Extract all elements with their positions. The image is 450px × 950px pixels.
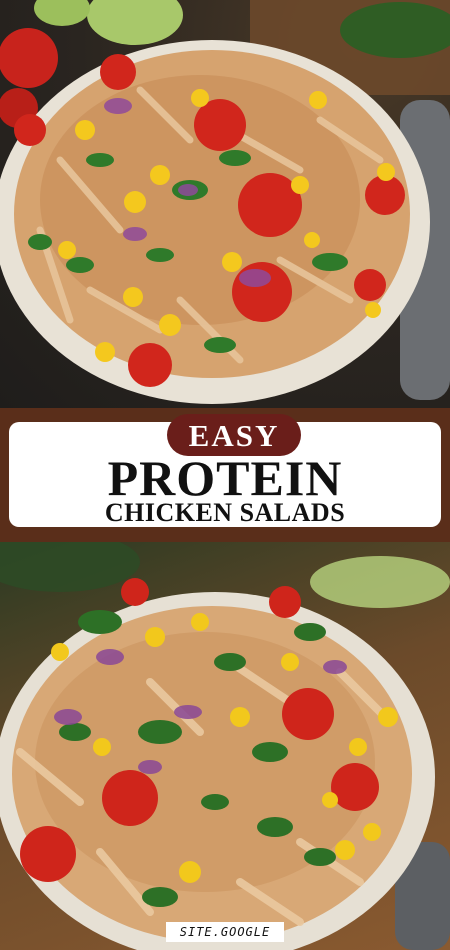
lime-prop — [87, 0, 183, 45]
tomato-prop — [0, 28, 58, 88]
title-card: EASY PROTEIN CHICKEN SALADS — [9, 414, 441, 527]
page-subtitle: CHICKEN SALADS — [104, 498, 346, 527]
bottom-salad-illustration — [0, 542, 450, 950]
easy-tag-text: EASY — [188, 417, 280, 453]
lime-prop — [34, 0, 90, 26]
site-watermark: SITE.GOOGLE — [166, 922, 284, 942]
page-title: PROTEIN — [107, 450, 343, 506]
lime-prop — [310, 556, 450, 608]
site-watermark-text: SITE.GOOGLE — [179, 925, 271, 939]
top-food-photo — [0, 0, 450, 408]
herb-prop — [0, 542, 140, 592]
top-salad-illustration — [0, 0, 450, 404]
bottom-food-photo — [0, 542, 450, 950]
title-banner: EASY PROTEIN CHICKEN SALADS — [0, 408, 450, 542]
